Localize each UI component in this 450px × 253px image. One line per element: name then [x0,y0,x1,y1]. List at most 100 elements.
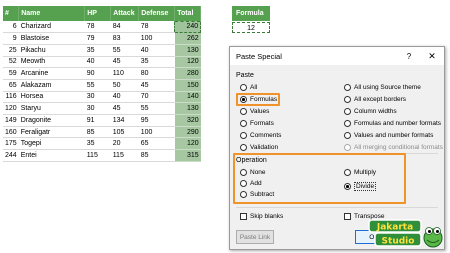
paste-values-option[interactable]: Values [240,108,269,115]
cell-hp[interactable]: 91 [84,114,111,127]
cell-name[interactable]: Alakazam [18,79,85,92]
paste-validation-option[interactable]: Validation [240,144,278,151]
cell-name[interactable]: Staryu [18,102,85,115]
cell-number[interactable]: 160 [3,126,19,139]
paste-except-borders-option[interactable]: All except borders [344,96,406,103]
cell-total[interactable]: 290 [174,126,201,139]
cell-hp[interactable]: 30 [84,102,111,115]
cell-attack[interactable]: 110 [110,67,139,80]
formula-cell[interactable]: 12 [232,22,270,33]
paste-formats-option[interactable]: Formats [240,120,274,127]
cell-name[interactable]: Feraligatr [18,126,85,139]
cell-hp[interactable]: 55 [84,79,111,92]
cell-defense[interactable]: 55 [138,102,175,115]
paste-values-number-formats-option[interactable]: Values and number formats [344,132,433,139]
cell-attack[interactable]: 20 [110,137,139,151]
cell-total[interactable]: 140 [174,91,201,104]
cell-hp[interactable]: 85 [84,126,111,139]
cell-total[interactable]: 315 [174,149,201,162]
cell-total[interactable]: 130 [174,44,201,57]
header-defense[interactable]: Defense [138,6,176,21]
header-hp[interactable]: HP [84,6,112,21]
cell-attack[interactable]: 40 [110,91,139,104]
header-attack[interactable]: Attack [110,6,140,21]
cell-name[interactable]: Pikachu [18,44,85,57]
checkbox-icon [344,213,351,220]
paste-column-widths-option[interactable]: Column widths [344,108,397,115]
paste-formulas-number-formats-option[interactable]: Formulas and number formats [344,120,441,127]
cell-defense[interactable]: 45 [138,79,175,92]
cell-attack[interactable]: 105 [110,126,139,139]
cell-attack[interactable]: 84 [110,21,139,34]
skip-blanks-checkbox[interactable]: Skip blanks [240,213,283,220]
operation-multiply-option[interactable]: Multiply [344,169,376,176]
paste-source-theme-option[interactable]: All using Source theme [344,84,421,91]
cell-hp[interactable]: 115 [84,149,111,162]
cell-number[interactable]: 244 [3,149,19,162]
cell-total[interactable]: 130 [174,102,201,115]
cell-defense[interactable]: 78 [138,21,175,34]
cell-attack[interactable]: 55 [110,44,139,57]
cell-name[interactable]: Arcanine [18,67,85,80]
operation-subtract-option[interactable]: Subtract [240,191,274,198]
cell-total[interactable]: 150 [174,79,201,92]
cell-number[interactable]: 65 [3,79,19,92]
cell-number[interactable]: 9 [3,32,19,45]
paste-link-button[interactable]: Paste Link [236,230,274,244]
cell-name[interactable]: Dragonite [18,114,85,127]
cell-name[interactable]: Horsea [18,91,85,104]
cell-number[interactable]: 120 [3,102,19,115]
cell-defense[interactable]: 80 [138,67,175,80]
paste-comments-option[interactable]: Comments [240,132,281,139]
formula-header[interactable]: Formula [232,6,270,21]
header-name[interactable]: Name [18,6,86,21]
cell-defense[interactable]: 85 [138,149,175,162]
operation-divide-option[interactable]: Divide [344,182,377,191]
cell-hp[interactable]: 35 [84,137,111,151]
paste-all-option[interactable]: All [240,84,257,91]
cell-total[interactable]: 280 [174,67,201,80]
cell-defense[interactable]: 65 [138,137,175,151]
cell-total[interactable]: 240 [174,20,202,34]
cell-defense[interactable]: 100 [138,32,175,45]
cell-hp[interactable]: 78 [84,21,111,34]
cell-total[interactable]: 320 [174,114,201,127]
cell-number[interactable]: 149 [3,114,19,127]
help-button[interactable]: ? [402,52,416,61]
cell-total[interactable]: 120 [174,56,201,69]
cell-hp[interactable]: 35 [84,44,111,57]
cell-attack[interactable]: 45 [110,102,139,115]
cell-defense[interactable]: 70 [138,91,175,104]
cell-attack[interactable]: 83 [110,32,139,45]
cell-attack[interactable]: 50 [110,79,139,92]
cell-name[interactable]: Entei [18,149,85,162]
cell-hp[interactable]: 90 [84,67,111,80]
cell-name[interactable]: Meowth [18,56,85,69]
cell-total[interactable]: 120 [174,137,201,151]
cell-name[interactable]: Blastoise [18,32,85,45]
operation-add-option[interactable]: Add [240,180,262,187]
cell-defense[interactable]: 95 [138,114,175,127]
header-total[interactable]: Total [174,6,202,21]
cell-name[interactable]: Togepi [18,137,85,151]
cell-attack[interactable]: 115 [110,149,139,162]
header-number[interactable]: # [3,6,20,21]
cell-number[interactable]: 59 [3,67,19,80]
cell-number[interactable]: 25 [3,44,19,57]
cell-attack[interactable]: 45 [110,56,139,69]
cell-total[interactable]: 262 [174,32,201,45]
cell-attack[interactable]: 134 [110,114,139,127]
cell-defense[interactable]: 100 [138,126,175,139]
cell-number[interactable]: 52 [3,56,19,69]
close-button[interactable]: ✕ [426,51,438,62]
cell-name[interactable]: Charizard [18,21,85,34]
cell-defense[interactable]: 35 [138,56,175,69]
cell-hp[interactable]: 40 [84,56,111,69]
operation-none-option[interactable]: None [240,169,266,176]
cell-hp[interactable]: 30 [84,91,111,104]
cell-defense[interactable]: 40 [138,44,175,57]
cell-number[interactable]: 116 [3,91,19,104]
cell-number[interactable]: 6 [3,21,19,34]
cell-number[interactable]: 175 [3,137,19,151]
cell-hp[interactable]: 79 [84,32,111,45]
